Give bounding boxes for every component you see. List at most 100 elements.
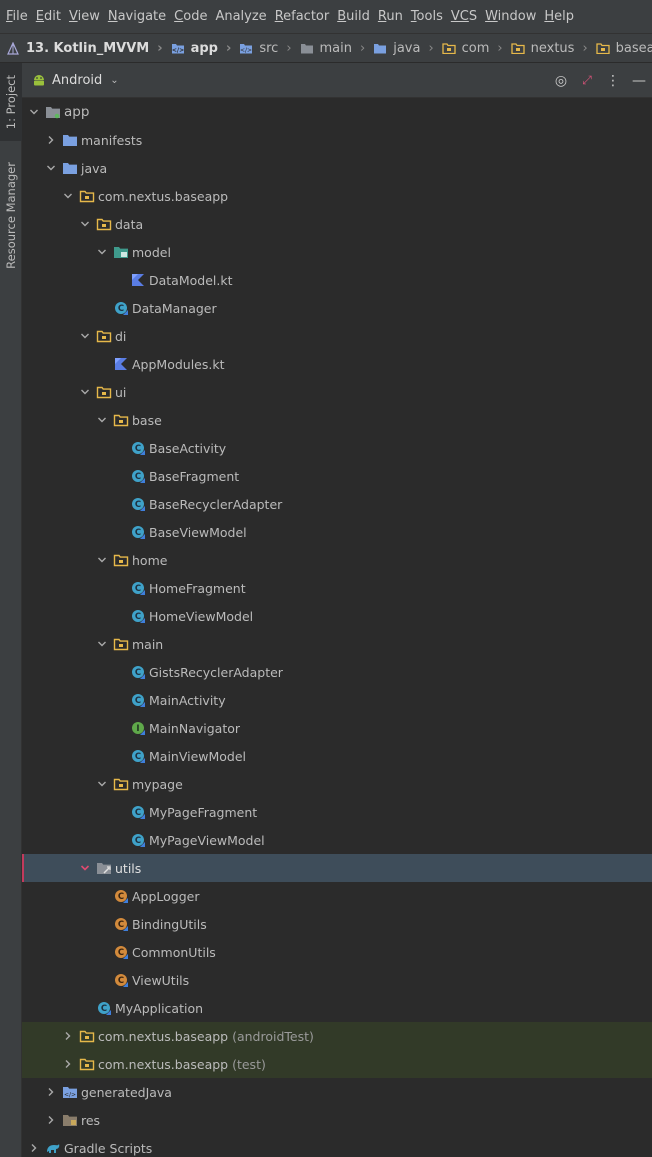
tab-resource-manager-label: Resource Manager <box>4 161 18 269</box>
tab-resource-manager[interactable]: Resource Manager <box>0 151 22 279</box>
tree-row[interactable]: ui <box>22 378 652 406</box>
menu-item[interactable]: Run <box>378 9 403 24</box>
tree-row[interactable]: app <box>22 98 652 126</box>
breadcrumb-item[interactable]: </> app › <box>171 41 240 56</box>
tree-row[interactable]: I MainNavigator <box>22 714 652 742</box>
tree-row[interactable]: home <box>22 546 652 574</box>
tree-row[interactable]: C DataManager <box>22 294 652 322</box>
tree-label: MainActivity <box>149 693 226 708</box>
chevron-down-icon[interactable] <box>79 386 91 398</box>
folder-icon <box>300 42 314 54</box>
svg-text:C: C <box>117 976 123 986</box>
tree-row[interactable]: di <box>22 322 652 350</box>
breadcrumb-label: baseapp <box>615 40 652 56</box>
tree-row[interactable]: data <box>22 210 652 238</box>
tree-row[interactable]: C MyPageFragment <box>22 798 652 826</box>
menu-item[interactable]: Navigate <box>108 9 166 24</box>
menu-item[interactable]: View <box>69 9 100 24</box>
tree-row[interactable]: C MainActivity <box>22 686 652 714</box>
menu-item[interactable]: Analyze <box>215 9 266 24</box>
tree-row[interactable]: com.nextus.baseapp (test) <box>22 1050 652 1078</box>
tree-row[interactable]: model <box>22 238 652 266</box>
tree-row[interactable]: C MyApplication <box>22 994 652 1022</box>
abstract-class-icon: C <box>130 469 146 483</box>
tree-row[interactable]: mypage <box>22 770 652 798</box>
chevron-down-icon[interactable] <box>96 778 108 790</box>
minimize-icon[interactable]: — <box>626 73 652 89</box>
breadcrumb-item[interactable]: nextus › <box>510 41 596 56</box>
tree-row[interactable]: java <box>22 154 652 182</box>
tree-label-text: BaseRecyclerAdapter <box>149 496 283 512</box>
tree-row[interactable]: DataModel.kt <box>22 266 652 294</box>
view-selector[interactable]: Android ⌄ <box>32 73 119 88</box>
breadcrumb-item[interactable]: main › <box>300 41 374 56</box>
tree-row[interactable]: res <box>22 1106 652 1134</box>
tree-row[interactable]: main <box>22 630 652 658</box>
chevron-right-icon[interactable] <box>45 134 57 146</box>
menu-item[interactable]: Build <box>337 9 370 24</box>
chevron-right-icon[interactable] <box>45 1114 57 1126</box>
chevron-down-icon[interactable] <box>96 554 108 566</box>
tree-row[interactable]: C BaseActivity <box>22 434 652 462</box>
tree-row[interactable]: C BaseFragment <box>22 462 652 490</box>
tree-row[interactable]: C HomeViewModel <box>22 602 652 630</box>
tree-row[interactable]: base <box>22 406 652 434</box>
breadcrumb-item[interactable]: </> src › <box>239 41 299 56</box>
chevron-down-icon[interactable] <box>28 106 40 118</box>
tree-row[interactable]: AppModules.kt <box>22 350 652 378</box>
tab-project[interactable]: 1: Project <box>0 63 22 141</box>
breadcrumb-item[interactable]: baseapp› <box>595 40 652 56</box>
menu-item[interactable]: Edit <box>36 9 61 24</box>
menu-item[interactable]: Help <box>544 9 574 24</box>
chevron-right-icon[interactable] <box>45 1086 57 1098</box>
menu-item[interactable]: VCS <box>451 9 477 24</box>
chevron-right-icon[interactable] <box>62 1058 74 1070</box>
tree-row[interactable]: C CommonUtils <box>22 938 652 966</box>
tree-row[interactable]: C BindingUtils <box>22 910 652 938</box>
tree-row[interactable]: C GistsRecyclerAdapter <box>22 658 652 686</box>
tree-row[interactable]: C ViewUtils <box>22 966 652 994</box>
chevron-right-icon[interactable] <box>62 1030 74 1042</box>
tree-label-text: MainActivity <box>149 692 226 708</box>
chevron-down-icon[interactable] <box>79 862 91 874</box>
chevron-down-icon[interactable] <box>79 330 91 342</box>
tree-row[interactable]: C BaseRecyclerAdapter <box>22 490 652 518</box>
collapse-icon[interactable]: ⤢ <box>574 73 600 88</box>
tree-row[interactable]: C BaseViewModel <box>22 518 652 546</box>
breadcrumb-item[interactable]: com › <box>442 41 511 56</box>
class-icon: C <box>113 301 129 315</box>
breadcrumb-item[interactable]: 13. Kotlin_MVVM › <box>6 41 171 56</box>
chevron-down-icon[interactable] <box>45 162 57 174</box>
breadcrumb-label: main <box>319 40 352 56</box>
chevron-down-icon[interactable] <box>96 246 108 258</box>
tree-row[interactable]: </> generatedJava <box>22 1078 652 1106</box>
tree-label-text: HomeViewModel <box>149 608 254 624</box>
chevron-right-icon: › <box>360 40 366 56</box>
menu-item[interactable]: Window <box>485 9 536 24</box>
breadcrumb-item[interactable]: java › <box>373 41 441 56</box>
menu-item[interactable]: Tools <box>411 9 443 24</box>
tree-label: DataManager <box>132 301 217 316</box>
tree-row[interactable]: C MainViewModel <box>22 742 652 770</box>
chevron-down-icon[interactable] <box>96 414 108 426</box>
tree-label-text: AppModules.kt <box>132 356 225 372</box>
target-icon[interactable]: ◎ <box>548 73 574 89</box>
tree-row[interactable]: com.nextus.baseapp (androidTest) <box>22 1022 652 1050</box>
menu-item[interactable]: Code <box>174 9 207 24</box>
chevron-down-icon[interactable] <box>62 190 74 202</box>
tree-row[interactable]: utils <box>22 854 652 882</box>
chevron-down-icon[interactable] <box>96 638 108 650</box>
tree-row[interactable]: C AppLogger <box>22 882 652 910</box>
more-icon[interactable]: ⋮ <box>600 73 626 89</box>
menu-item[interactable]: Refactor <box>275 9 330 24</box>
menu-item[interactable]: File <box>6 9 28 24</box>
tree-row[interactable]: Gradle Scripts <box>22 1134 652 1157</box>
tree-row[interactable]: C MyPageViewModel <box>22 826 652 854</box>
chevron-down-icon[interactable] <box>79 218 91 230</box>
tree-row[interactable]: C HomeFragment <box>22 574 652 602</box>
chevron-right-icon[interactable] <box>28 1142 40 1154</box>
tree-row[interactable]: com.nextus.baseapp <box>22 182 652 210</box>
tree-label-text: HomeFragment <box>149 580 246 596</box>
tree-row[interactable]: manifests <box>22 126 652 154</box>
